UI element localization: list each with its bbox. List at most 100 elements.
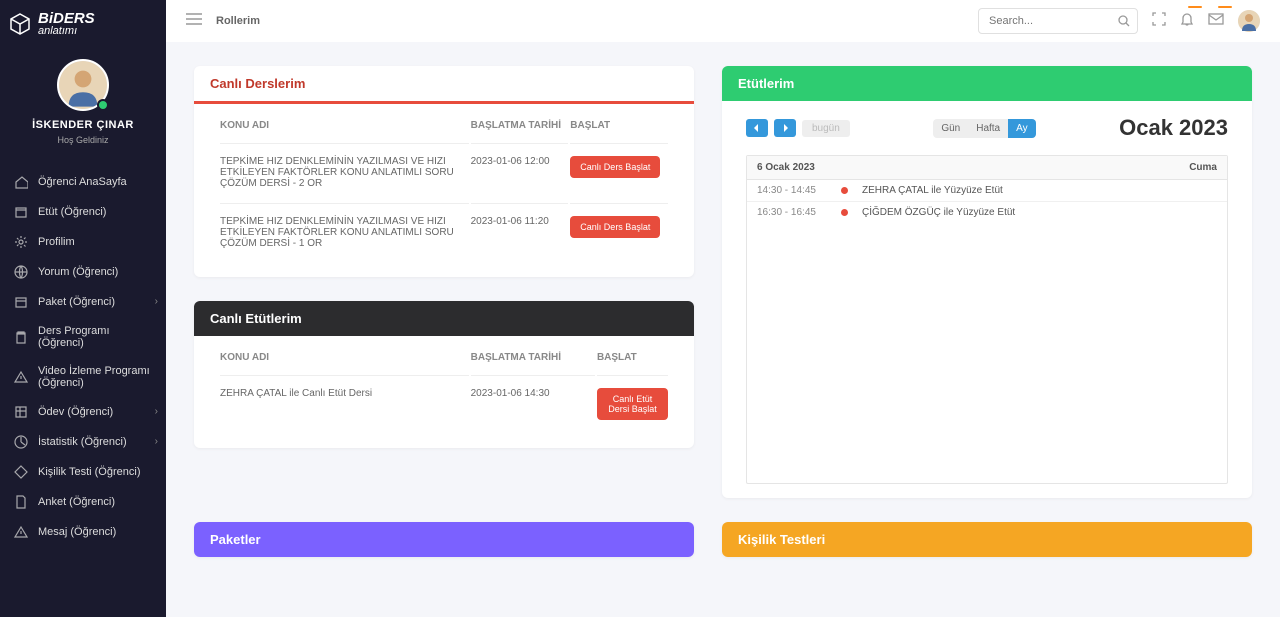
sidebar-item-label: Yorum (Öğrenci)	[38, 266, 118, 278]
sidebar-item-label: Mesaj (Öğrenci)	[38, 526, 116, 538]
cell-topic: TEPKİME HIZ DENKLEMİNİN YAZILMASI VE HIZ…	[220, 143, 469, 201]
sidebar-item-label: Anket (Öğrenci)	[38, 496, 115, 508]
sidebar-item-3[interactable]: Yorum (Öğrenci)	[0, 257, 166, 287]
etutlerim-card: Etütlerim bugün Gün	[722, 66, 1252, 498]
cal-event[interactable]: 14:30 - 14:45 ZEHRA ÇATAL ile Yüzyüze Etü…	[747, 180, 1227, 202]
cal-event-text: ZEHRA ÇATAL ile Yüzyüze Etüt	[862, 185, 1003, 196]
logo-sub: anlatımı	[38, 26, 95, 36]
content: Canlı Derslerim KONU ADI BAŞLATMA TARİHİ…	[166, 42, 1280, 617]
diamond-icon	[14, 465, 28, 479]
cell-date: 2023-01-06 14:30	[471, 375, 595, 432]
box-icon	[14, 295, 28, 309]
cal-dow: Cuma	[1189, 162, 1217, 173]
sidebar-item-8[interactable]: İstatistik (Öğrenci)›	[0, 427, 166, 457]
cal-event-text: ÇİĞDEM ÖZGÜÇ ile Yüzyüze Etüt	[862, 207, 1015, 218]
sidebar-item-10[interactable]: Anket (Öğrenci)	[0, 487, 166, 517]
paketler-card: Paketler	[194, 522, 694, 557]
search-box	[978, 8, 1138, 34]
cal-view-day[interactable]: Gün	[933, 119, 968, 138]
topbar: Rollerim	[166, 0, 1280, 42]
card-title: Kişilik Testleri	[722, 522, 1252, 557]
sidebar-item-label: Öğrenci AnaSayfa	[38, 176, 127, 188]
cal-empty-area	[747, 223, 1227, 483]
cal-next-button[interactable]	[774, 119, 796, 137]
col-date: BAŞLATMA TARİHİ	[471, 120, 569, 141]
clipboard-icon	[14, 330, 28, 344]
chart-icon	[14, 435, 28, 449]
cal-today-button[interactable]: bugün	[802, 120, 850, 137]
card-title: Canlı Derslerim	[194, 66, 694, 104]
col-action: BAŞLAT	[570, 120, 668, 141]
home-icon	[14, 175, 28, 189]
sidebar-item-7[interactable]: Ödev (Öğrenci) ›	[0, 397, 166, 427]
sidebar-item-label: Video İzleme Programı (Öğrenci)	[38, 365, 152, 389]
menu-toggle-icon[interactable]	[186, 12, 202, 30]
cal-month-title: Ocak 2023	[1119, 115, 1228, 141]
topbar-avatar[interactable]	[1238, 10, 1260, 32]
breadcrumb: Rollerim	[216, 15, 260, 27]
cal-grid: 6 Ocak 2023 Cuma 14:30 - 14:45 ZEHRA ÇATA…	[746, 155, 1228, 484]
logo-brand: BiDERS	[38, 12, 95, 26]
table-icon	[14, 405, 28, 419]
event-dot-icon	[841, 209, 848, 216]
start-button[interactable]: Canlı Ders Başlat	[570, 156, 660, 178]
cal-date: 6 Ocak 2023	[757, 162, 815, 173]
chevron-right-icon	[781, 124, 789, 132]
bell-icon[interactable]	[1180, 12, 1194, 31]
chevron-right-icon: ›	[155, 436, 158, 447]
cell-date: 2023-01-06 12:00	[471, 143, 569, 201]
cal-event-time: 16:30 - 16:45	[757, 207, 827, 218]
sidebar-item-label: Ödev (Öğrenci)	[38, 406, 113, 418]
mail-badge	[1218, 6, 1232, 8]
event-dot-icon	[841, 187, 848, 194]
sidebar-item-6[interactable]: Video İzleme Programı (Öğrenci)	[0, 357, 166, 397]
col-date: BAŞLATMA TARİHİ	[471, 352, 595, 373]
avatar[interactable]	[57, 59, 109, 111]
chevron-right-icon: ›	[155, 406, 158, 417]
warn-icon	[14, 370, 28, 384]
search-input[interactable]	[978, 8, 1138, 34]
cal-event[interactable]: 16:30 - 16:45 ÇİĞDEM ÖZGÜÇ ile Yüzyüze Et…	[747, 202, 1227, 223]
cell-date: 2023-01-06 11:20	[471, 203, 569, 261]
sidebar: BiDERSanlatımı İSKENDER ÇINAR Hoş Geldin…	[0, 0, 166, 617]
start-button[interactable]: Canlı Ders Başlat	[570, 216, 660, 238]
table-row: ZEHRA ÇATAL ile Canlı Etüt Dersi2023-01-…	[220, 375, 668, 432]
live-etut-card: Canlı Etütlerim KONU ADI BAŞLATMA TARİHİ…	[194, 301, 694, 448]
sidebar-item-0[interactable]: Öğrenci AnaSayfa	[0, 167, 166, 197]
cal-view-week[interactable]: Hafta	[968, 119, 1008, 138]
chevron-left-icon	[753, 124, 761, 132]
sidebar-item-11[interactable]: Mesaj (Öğrenci)	[0, 517, 166, 547]
cal-prev-button[interactable]	[746, 119, 768, 137]
col-topic: KONU ADI	[220, 352, 469, 373]
nav: Öğrenci AnaSayfa Etüt (Öğrenci) Profilim Yo…	[0, 161, 166, 553]
sidebar-item-2[interactable]: Profilim	[0, 227, 166, 257]
sidebar-item-4[interactable]: Paket (Öğrenci)›	[0, 287, 166, 317]
cal-view-month[interactable]: Ay	[1008, 119, 1036, 138]
sidebar-item-label: Ders Programı (Öğrenci)	[38, 325, 152, 349]
sidebar-item-1[interactable]: Etüt (Öğrenci)	[0, 197, 166, 227]
table-row: TEPKİME HIZ DENKLEMİNİN YAZILMASI VE HIZ…	[220, 143, 668, 201]
cube-icon	[8, 12, 32, 36]
doc-icon	[14, 495, 28, 509]
start-button[interactable]: Canlı Etüt Dersi Başlat	[597, 388, 668, 420]
search-icon[interactable]	[1118, 14, 1130, 32]
cal-event-time: 14:30 - 14:45	[757, 185, 827, 196]
calendar-icon	[14, 205, 28, 219]
sidebar-item-label: Profilim	[38, 236, 75, 248]
gear-icon	[14, 235, 28, 249]
sidebar-item-label: Paket (Öğrenci)	[38, 296, 115, 308]
sidebar-item-label: Kişilik Testi (Öğrenci)	[38, 466, 141, 478]
cell-topic: TEPKİME HIZ DENKLEMİNİN YAZILMASI VE HIZ…	[220, 203, 469, 261]
notif-badge	[1188, 6, 1202, 8]
mail-icon[interactable]	[1208, 12, 1224, 30]
col-topic: KONU ADI	[220, 120, 469, 141]
col-action: BAŞLAT	[597, 352, 668, 373]
fullscreen-icon[interactable]	[1152, 12, 1166, 31]
card-title: Paketler	[194, 522, 694, 557]
sidebar-item-9[interactable]: Kişilik Testi (Öğrenci)	[0, 457, 166, 487]
live-lessons-card: Canlı Derslerim KONU ADI BAŞLATMA TARİHİ…	[194, 66, 694, 277]
kisilik-card: Kişilik Testleri	[722, 522, 1252, 557]
welcome-text: Hoş Geldiniz	[0, 135, 166, 145]
globe-icon	[14, 265, 28, 279]
sidebar-item-5[interactable]: Ders Programı (Öğrenci)	[0, 317, 166, 357]
